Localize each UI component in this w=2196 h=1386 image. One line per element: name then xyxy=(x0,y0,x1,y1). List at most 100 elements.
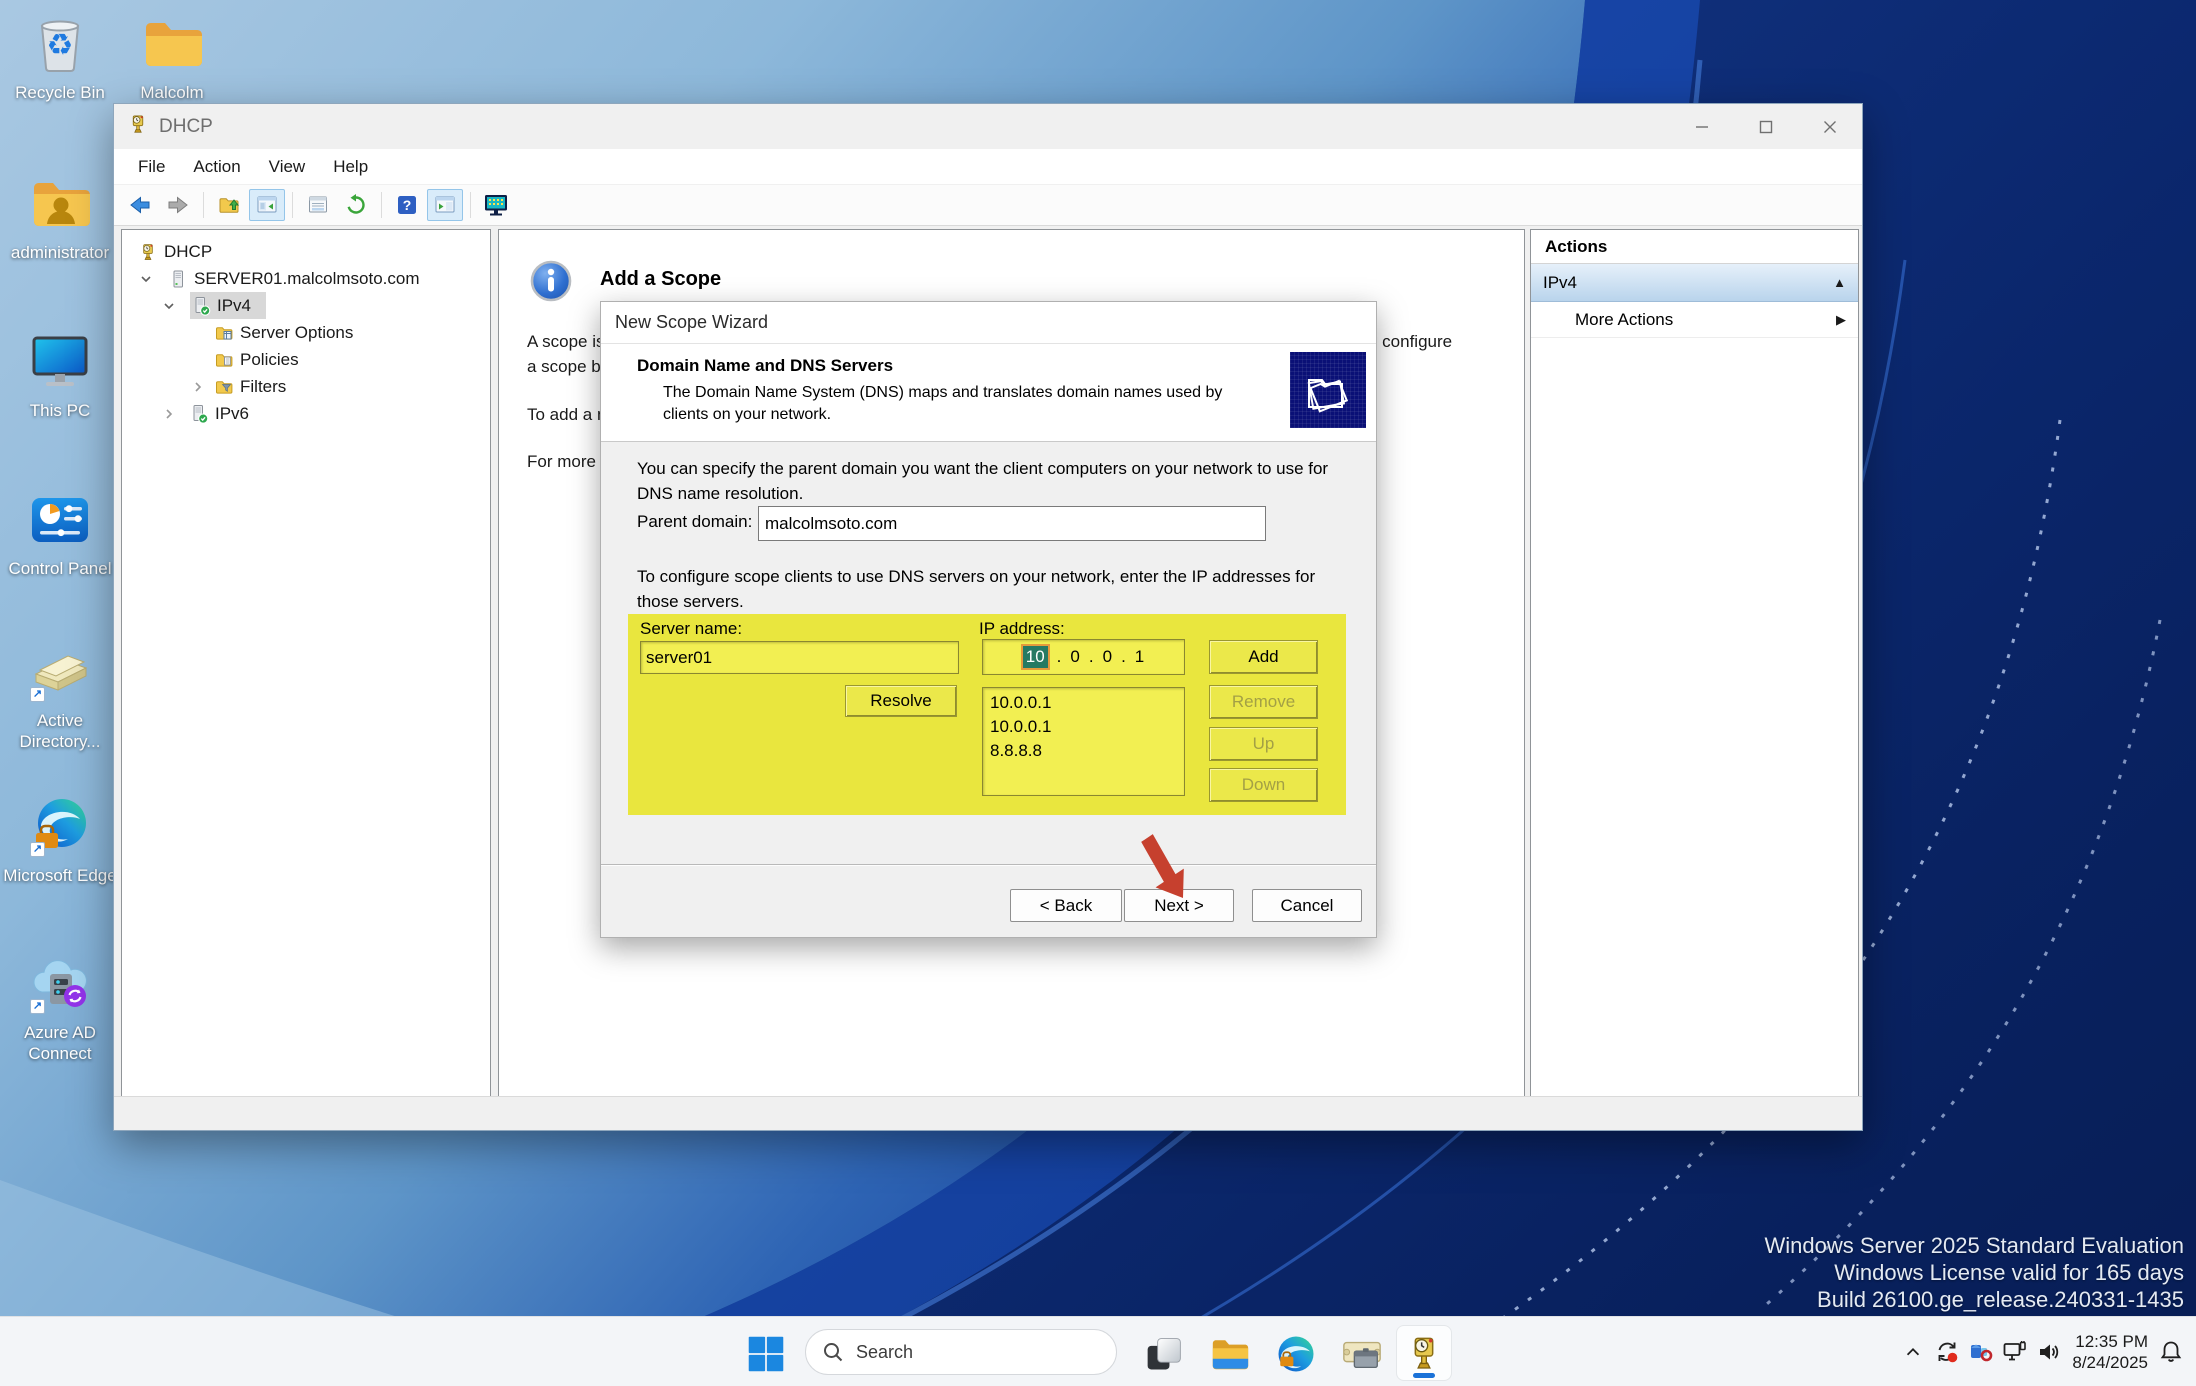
forward-button[interactable] xyxy=(160,189,196,221)
parent-domain-input[interactable]: malcolmsoto.com xyxy=(758,506,1266,541)
dns-list-item[interactable]: 10.0.0.1 xyxy=(990,691,1177,715)
desktop-icon-label: Active Directory... xyxy=(0,710,120,752)
tree-item-dhcp-root[interactable]: DHCP xyxy=(138,238,212,265)
desktop-icon-administrator[interactable]: administrator xyxy=(0,172,120,263)
start-button[interactable] xyxy=(742,1330,790,1378)
cancel-label: Cancel xyxy=(1281,896,1334,916)
resolve-button[interactable]: Resolve xyxy=(845,685,957,717)
menu-view[interactable]: View xyxy=(255,149,320,184)
add-button[interactable]: Add xyxy=(1209,640,1318,674)
actions-group-ipv4[interactable]: IPv4 ▲ xyxy=(1531,264,1858,302)
ip-octet-4[interactable]: 1 xyxy=(1135,647,1144,667)
up-button[interactable]: Up xyxy=(1209,727,1318,761)
search-box[interactable]: Search xyxy=(805,1329,1117,1375)
sync-status-icon[interactable] xyxy=(1930,1317,1964,1386)
refresh-button[interactable] xyxy=(338,189,374,221)
content-text-fragment: For more xyxy=(527,452,596,472)
desktop: ♻ Recycle Bin Malcolm administrator xyxy=(0,0,2196,1386)
dns-list-item[interactable]: 10.0.0.1 xyxy=(990,715,1177,739)
back-label: < Back xyxy=(1040,896,1092,916)
notifications-bell-icon[interactable] xyxy=(2154,1317,2188,1386)
desktop-icon-edge[interactable]: ↗ Microsoft Edge xyxy=(0,795,120,886)
show-console-tree-button[interactable] xyxy=(249,189,285,221)
actions-panel: Actions IPv4 ▲ More Actions ▶ xyxy=(1530,229,1859,1097)
azure-ad-sync-tray-icon[interactable] xyxy=(1964,1317,1998,1386)
server-name-value: server01 xyxy=(646,648,712,668)
dhcp-taskbar-button[interactable] xyxy=(1396,1325,1452,1381)
menu-help[interactable]: Help xyxy=(319,149,382,184)
title-bar[interactable]: DHCP xyxy=(114,104,1862,149)
remove-button[interactable]: Remove xyxy=(1209,685,1318,719)
ip-octet-1[interactable]: 10 xyxy=(1023,646,1048,668)
desktop-icon-azure-ad-connect[interactable]: ↗ Azure AD Connect xyxy=(0,952,120,1064)
wizard-title-bar[interactable]: New Scope Wizard xyxy=(601,302,1376,344)
wizard-footer-separator xyxy=(601,864,1376,866)
network-icon[interactable] xyxy=(1998,1317,2032,1386)
cancel-button[interactable]: Cancel xyxy=(1252,889,1362,922)
tree-item-server[interactable]: SERVER01.malcolmsoto.com xyxy=(140,265,420,292)
tree-item-ipv4[interactable]: IPv4 xyxy=(163,292,251,319)
close-button[interactable] xyxy=(1798,104,1862,149)
ip-dot: . xyxy=(1121,647,1126,667)
tree-item-ipv6[interactable]: IPv6 xyxy=(163,400,249,427)
help-button[interactable]: ? xyxy=(389,189,425,221)
dhcp-app-icon xyxy=(127,113,149,140)
recycle-bin-icon: ♻ xyxy=(28,12,92,76)
chevron-right-icon[interactable] xyxy=(192,381,204,393)
chevron-down-icon[interactable] xyxy=(163,300,175,312)
export-list-button[interactable] xyxy=(211,189,247,221)
tree-label: Filters xyxy=(240,377,286,397)
down-button[interactable]: Down xyxy=(1209,768,1318,802)
tree-label: IPv6 xyxy=(215,404,249,424)
file-explorer-button[interactable] xyxy=(1206,1330,1254,1378)
show-action-pane-button[interactable] xyxy=(427,189,463,221)
azure-ad-connect-icon: ↗ xyxy=(28,952,92,1016)
dns-server-listbox[interactable]: 10.0.0.1 10.0.0.1 8.8.8.8 xyxy=(982,687,1185,796)
dhcp-console-button[interactable] xyxy=(478,189,514,221)
tree-label: IPv4 xyxy=(217,296,251,316)
wizard-page-description: The Domain Name System (DNS) maps and tr… xyxy=(663,382,1271,426)
show-hidden-icons-button[interactable] xyxy=(1896,1317,1930,1386)
collapse-chevron-icon[interactable]: ▲ xyxy=(1833,275,1846,290)
wizard-page-title: Domain Name and DNS Servers xyxy=(637,356,893,376)
monitor-icon xyxy=(28,330,92,394)
chevron-right-icon[interactable] xyxy=(163,408,175,420)
server-name-label: Server name: xyxy=(640,619,742,639)
maximize-button[interactable] xyxy=(1734,104,1798,149)
clock[interactable]: 12:35 PM 8/24/2025 xyxy=(2072,1331,2148,1373)
toolbar-separator xyxy=(470,192,471,218)
desktop-icon-malcolm-folder[interactable]: Malcolm xyxy=(112,12,232,103)
desktop-icon-this-pc[interactable]: This PC xyxy=(0,330,120,421)
desktop-icon-control-panel[interactable]: Control Panel xyxy=(0,488,120,579)
search-placeholder: Search xyxy=(856,1342,913,1363)
ip-octet-2[interactable]: 0 xyxy=(1070,647,1079,667)
volume-icon[interactable] xyxy=(2032,1317,2066,1386)
actions-more-actions[interactable]: More Actions ▶ xyxy=(1531,302,1858,338)
server-manager-button[interactable] xyxy=(1338,1330,1386,1378)
back-button[interactable] xyxy=(122,189,158,221)
desktop-icon-label: administrator xyxy=(0,242,120,263)
toolbar-separator xyxy=(203,192,204,218)
tree-item-policies[interactable]: Policies xyxy=(214,346,299,373)
tree-item-server-options[interactable]: Server Options xyxy=(214,319,353,346)
tree-item-filters[interactable]: Filters xyxy=(192,373,286,400)
minimize-button[interactable] xyxy=(1670,104,1734,149)
desktop-icon-recycle-bin[interactable]: ♻ Recycle Bin xyxy=(0,12,120,103)
ip-octet-3[interactable]: 0 xyxy=(1103,647,1112,667)
folder-icon xyxy=(140,12,204,76)
desktop-icon-active-directory[interactable]: ↗ Active Directory... xyxy=(0,640,120,752)
menu-action[interactable]: Action xyxy=(179,149,254,184)
back-button-wizard[interactable]: < Back xyxy=(1010,889,1122,922)
menu-file[interactable]: File xyxy=(124,149,179,184)
chevron-down-icon[interactable] xyxy=(140,273,152,285)
tree-label: Server Options xyxy=(240,323,353,343)
server-name-input[interactable]: server01 xyxy=(640,641,959,674)
clock-date: 8/24/2025 xyxy=(2072,1352,2148,1373)
toolbar-separator xyxy=(381,192,382,218)
watermark-line3: Build 26100.ge_release.240331-1435 xyxy=(1765,1286,2184,1313)
ip-address-input[interactable]: 10 . 0 . 0 . 1 xyxy=(982,639,1185,675)
dns-list-item[interactable]: 8.8.8.8 xyxy=(990,739,1177,763)
properties-button[interactable] xyxy=(300,189,336,221)
task-view-button[interactable] xyxy=(1140,1330,1188,1378)
edge-taskbar-button[interactable] xyxy=(1272,1330,1320,1378)
